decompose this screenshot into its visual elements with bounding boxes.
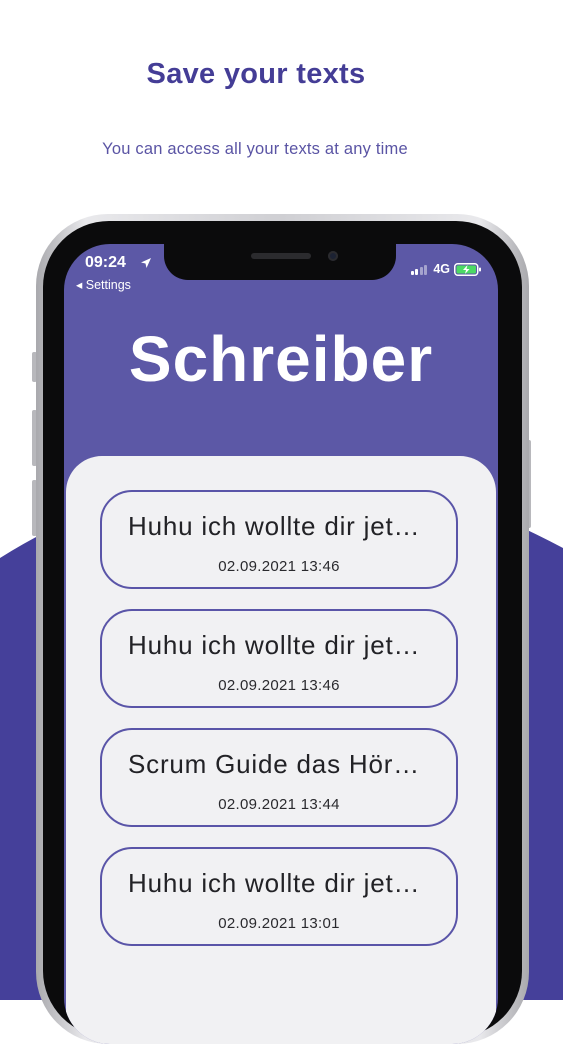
- location-arrow-icon: [141, 258, 151, 268]
- promo-subline: You can access all your texts at any tim…: [102, 140, 408, 158]
- note-card[interactable]: Huhu ich wollte dir jet… 02.09.2021 13:4…: [100, 609, 458, 708]
- network-type: 4G: [433, 262, 450, 276]
- note-title: Huhu ich wollte dir jet…: [128, 630, 421, 660]
- note-date: 02.09.2021 13:44: [218, 796, 340, 813]
- promo-headline: Save your texts: [146, 58, 366, 90]
- note-title: Huhu ich wollte dir jet…: [128, 868, 421, 898]
- speaker-grille: [251, 253, 311, 259]
- note-title: Huhu ich wollte dir jet…: [128, 511, 421, 541]
- battery-charging-icon: [454, 262, 481, 276]
- note-date: 02.09.2021 13:01: [218, 915, 340, 932]
- note-card[interactable]: Scrum Guide das Hör… 02.09.2021 13:44: [100, 728, 458, 827]
- note-date: 02.09.2021 13:46: [218, 677, 340, 694]
- note-card[interactable]: Huhu ich wollte dir jet… 02.09.2021 13:4…: [100, 490, 458, 589]
- note-card[interactable]: Huhu ich wollte dir jet… 02.09.2021 13:0…: [100, 847, 458, 946]
- signal-bars-icon: [410, 264, 428, 275]
- note-date: 02.09.2021 13:46: [218, 558, 340, 575]
- front-camera: [328, 251, 338, 261]
- note-title: Scrum Guide das Hör…: [128, 749, 420, 779]
- back-to-settings-link[interactable]: ◂ Settings: [76, 277, 131, 292]
- app-title: Schreiber: [128, 323, 434, 395]
- phone-notch: [164, 244, 396, 280]
- status-indicators: 4G: [410, 262, 482, 276]
- notes-panel: Huhu ich wollte dir jet… 02.09.2021 13:4…: [66, 456, 496, 1044]
- phone-screen: 09:24 ◂ Settings 4G Schreiber Huhu ich w…: [64, 244, 498, 1044]
- status-time: 09:24: [85, 254, 126, 271]
